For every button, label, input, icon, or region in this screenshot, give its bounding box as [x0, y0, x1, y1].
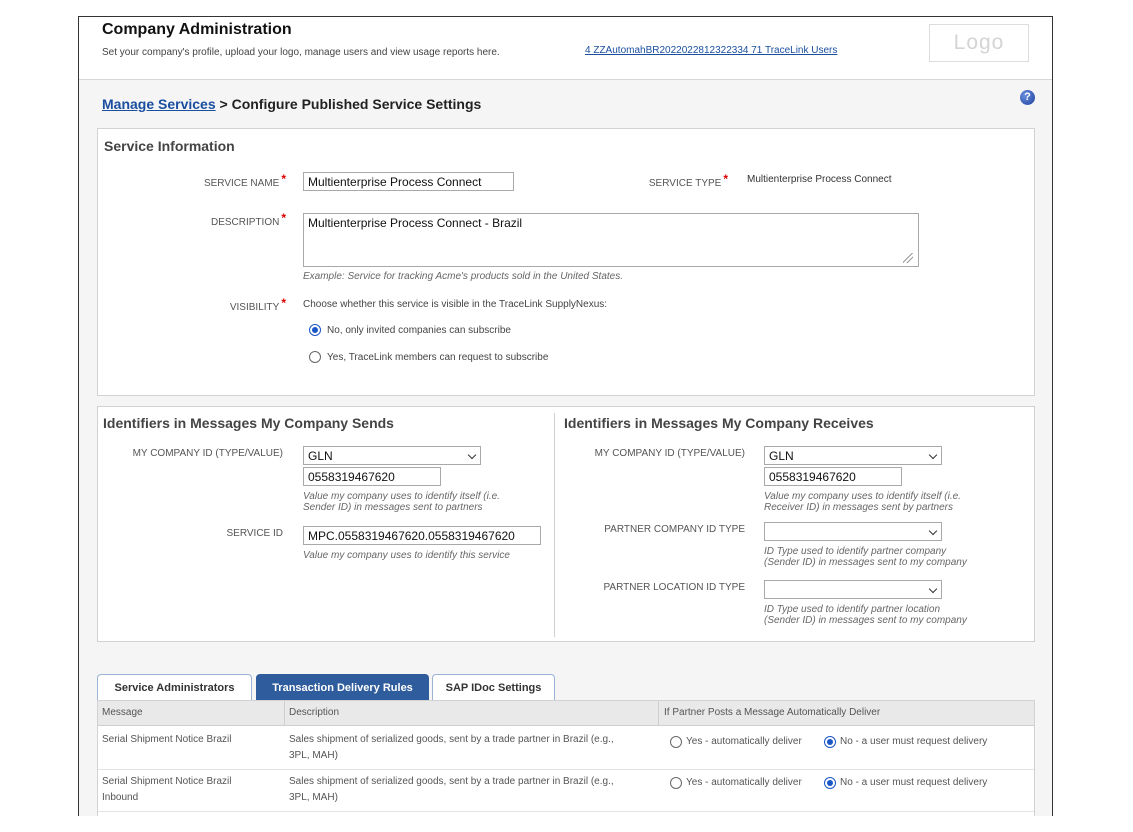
identifiers-divider [554, 413, 555, 637]
visibility-label: VISIBILITY * [229, 296, 286, 313]
row-auto-deliver-no-label: No - a user must request delivery [840, 777, 988, 788]
chevron-down-icon [928, 526, 938, 536]
service-name-input[interactable] [303, 172, 514, 191]
sends-company-id-hint-1: Value my company uses to identify itself… [303, 491, 500, 502]
service-id-label: SERVICE ID [226, 528, 284, 539]
partner-location-id-hint-1: ID Type used to identify partner locatio… [764, 604, 941, 615]
delivery-rules-table: Message Description If Partner Posts a M… [97, 700, 1035, 816]
breadcrumb-current: Configure Published Service Settings [231, 96, 482, 112]
row-auto-deliver-no-label: No - a user must request delivery [840, 736, 988, 747]
visibility-option-members-request: Yes, TraceLink members can request to su… [327, 352, 549, 363]
chevron-down-icon [467, 450, 477, 460]
column-separator [658, 701, 659, 725]
partner-company-id-type-select[interactable] [764, 522, 942, 541]
receives-company-id-hint-2: Receiver ID) in messages sent by partner… [764, 502, 953, 513]
row-auto-deliver-no-radio[interactable] [824, 777, 836, 789]
partner-location-id-type-label: PARTNER LOCATION ID TYPE [603, 582, 745, 593]
partner-company-id-hint-1: ID Type used to identify partner company [764, 546, 947, 557]
receives-company-id-label: MY COMPANY ID (TYPE/VALUE) [594, 448, 745, 459]
resize-grip-icon[interactable] [903, 253, 913, 263]
partner-company-id-type-label: PARTNER COMPANY ID TYPE [604, 524, 745, 535]
column-header-message: Message [102, 707, 143, 718]
main-content: Manage Services > Configure Published Se… [79, 80, 1052, 816]
row-auto-deliver-no-radio[interactable] [824, 736, 836, 748]
receives-company-id-hint-1: Value my company uses to identify itself… [764, 491, 961, 502]
row-description-line-2: 3PL, MAH) [289, 792, 338, 803]
row-description-line-1: Sales shipment of serialized goods, sent… [289, 734, 614, 745]
sends-title: Identifiers in Messages My Company Sends [103, 415, 394, 431]
company-logo: Logo [929, 24, 1029, 62]
service-information-title: Service Information [104, 138, 235, 154]
breadcrumb-manage-services[interactable]: Manage Services [102, 96, 216, 112]
app-window: Company Administration Set your company'… [78, 16, 1053, 816]
service-id-input[interactable] [303, 526, 541, 545]
sends-company-id-label: MY COMPANY ID (TYPE/VALUE) [132, 448, 283, 459]
row-description-line-1: Sales shipment of serialized goods, sent… [289, 776, 614, 787]
column-header-description: Description [289, 707, 340, 718]
partner-location-id-type-select[interactable] [764, 580, 942, 599]
row-auto-deliver-yes-label: Yes - automatically deliver [686, 736, 802, 747]
row-divider [98, 769, 1034, 770]
help-icon[interactable]: ? [1020, 90, 1035, 105]
table-header: Message Description If Partner Posts a M… [98, 701, 1034, 726]
row-auto-deliver-yes-label: Yes - automatically deliver [686, 777, 802, 788]
service-type-label: SERVICE TYPE * [648, 172, 728, 189]
visibility-prompt: Choose whether this service is visible i… [303, 299, 608, 310]
row-divider [98, 811, 1034, 812]
visibility-option-invited-only: No, only invited companies can subscribe [327, 325, 511, 336]
service-information-panel: Service Information SERVICE NAME* SERVIC… [97, 128, 1035, 396]
receives-company-id-type-select[interactable]: GLN [764, 446, 942, 465]
sends-company-id-hint-2: Sender ID) in messages sent to partners [303, 502, 483, 513]
breadcrumb: Manage Services > Configure Published Se… [102, 96, 481, 112]
header: Company Administration Set your company'… [79, 17, 1052, 80]
visibility-radio-invited-only[interactable] [309, 324, 321, 336]
row-message: Serial Shipment Notice Brazil [102, 734, 232, 745]
chevron-down-icon [928, 450, 938, 460]
partner-company-id-hint-2: (Sender ID) in messages sent to my compa… [764, 557, 967, 568]
receives-company-id-type-value: GLN [769, 449, 794, 463]
tab-transaction-delivery-rules[interactable]: Transaction Delivery Rules [256, 674, 429, 700]
users-link[interactable]: 4 ZZAutomahBR2022022812322334 71 TraceLi… [585, 45, 837, 56]
row-message-line-1: Serial Shipment Notice Brazil [102, 776, 232, 787]
receives-title: Identifiers in Messages My Company Recei… [564, 415, 874, 431]
breadcrumb-separator: > [215, 96, 232, 112]
column-header-auto-deliver: If Partner Posts a Message Automatically… [664, 707, 881, 718]
description-textarea[interactable]: Multienterprise Process Connect - Brazil [303, 213, 919, 267]
receives-company-id-value-input[interactable] [764, 467, 902, 486]
description-hint: Example: Service for tracking Acme's pro… [303, 271, 624, 282]
page-header-subtitle: Set your company's profile, upload your … [102, 47, 500, 58]
service-id-hint: Value my company uses to identify this s… [303, 550, 510, 561]
chevron-down-icon [928, 584, 938, 594]
column-separator [284, 701, 285, 725]
service-name-label: SERVICE NAME * [203, 172, 286, 189]
page-header-title: Company Administration [102, 21, 292, 38]
row-auto-deliver-yes-radio[interactable] [670, 736, 682, 748]
row-auto-deliver-yes-radio[interactable] [670, 777, 682, 789]
description-label: DESCRIPTION * [210, 211, 286, 228]
partner-location-id-hint-2: (Sender ID) in messages sent to my compa… [764, 615, 967, 626]
row-message-line-2: Inbound [102, 792, 139, 803]
sends-company-id-value-input[interactable] [303, 467, 441, 486]
visibility-radio-members-request[interactable] [309, 351, 321, 363]
sends-company-id-type-select[interactable]: GLN [303, 446, 481, 465]
tab-service-administrators[interactable]: Service Administrators [97, 674, 252, 700]
service-type-value: Multienterprise Process Connect [747, 174, 892, 185]
tab-sap-idoc-settings[interactable]: SAP IDoc Settings [432, 674, 555, 700]
sends-company-id-type-value: GLN [308, 449, 333, 463]
identifiers-panel: Identifiers in Messages My Company Sends… [97, 406, 1035, 642]
row-description-line-2: 3PL, MAH) [289, 750, 338, 761]
